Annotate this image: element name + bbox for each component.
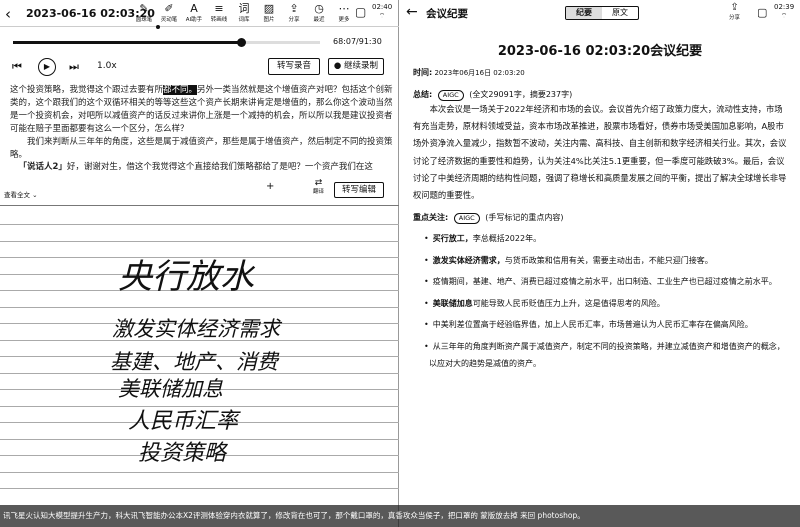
tool-label: 圆珠笔	[135, 17, 153, 23]
tool-label: 更多	[338, 17, 350, 23]
key-point-highlight: 激发实体经济需求，	[432, 255, 505, 265]
tool-label: 词库	[238, 17, 250, 23]
transcript-toolbar: 查看全文 ⌄ + ⇄ 翻译 转写编辑	[4, 179, 396, 201]
key-point-item: 疫情期间，基建、地产、消费已超过疫情之前水平，出口制造、工业生产也已超过疫情之前…	[413, 273, 788, 291]
handwriting-notebook[interactable]: 央行放水 激发实体经济需求 基建、地产、消费 美联储加息 人民币汇率 投资策略	[0, 205, 399, 502]
key-point-item: 中美利差位置高于经验临界值，加上人民币汇率，市场普遍认为人民币汇率存在偏高风险。	[413, 316, 788, 334]
chevron-left-icon[interactable]: ‹	[5, 5, 11, 23]
brush-icon: ✐	[164, 2, 174, 15]
transcript-paragraph: 这个投资策略，我觉得这个跟过去要有所都不同。另外一类当然就是这个增值资产对吧？包…	[10, 85, 393, 134]
aigc-badge: AIGC	[453, 213, 480, 224]
key-point-text: 与货币政策和信用有关，需要主动出击，不能只迎门接客。	[504, 255, 713, 265]
tool-share[interactable]: ⇪ 分享	[281, 2, 307, 24]
continue-record-button[interactable]: ● 继续录制	[328, 58, 384, 75]
more-icon: ⋯	[338, 2, 350, 15]
key-point-text: 中美利差位置高于经验临界值，加上人民币汇率，市场普遍认为人民币汇率存在偏高风险。	[432, 320, 753, 329]
image-icon: ▨	[263, 2, 275, 15]
key-points-header: 重点关注: AIGC (手写标记的重点内容)	[413, 213, 564, 224]
ai-helper-icon: A	[190, 2, 198, 15]
handwriting-line: 人民币汇率	[128, 409, 241, 434]
summary-text: 本次会议是一场关于2022年经济和市场的会议。会议首先介绍了政策力度大，流动性支…	[413, 104, 787, 201]
aigc-badge: AIGC	[437, 90, 464, 101]
rewind-icon[interactable]: ⏮	[12, 60, 22, 74]
minutes-title: 会议纪要	[426, 8, 468, 20]
transcript-paragraph: 「说话人2」好，谢谢对生，借这个我觉得这个直接给我们策略都给了是吧？一个资产我们…	[18, 162, 373, 173]
left-toolbar: ‹ 2023-06-16 02:03:20 ✎ 圆珠笔 ✐ 灵动笔 A AI助手 ≡ 转画线词…	[0, 0, 399, 29]
playback-speed[interactable]: 1.0x	[97, 61, 117, 71]
highlighted-text[interactable]: 都不同。	[163, 85, 198, 95]
tool-dictionary[interactable]: 词词库	[231, 2, 257, 24]
handwriting-canvas[interactable]: 央行放水 激发实体经济需求 基建、地产、消费 美联储加息 人民币汇率 投资策略	[0, 206, 399, 503]
tool-underline[interactable]: ≡ 转画线	[206, 2, 232, 24]
dictionary-icon: 词	[238, 2, 250, 15]
speaker-label: 「说话人2」	[18, 162, 67, 173]
audio-progress-fill	[13, 41, 242, 44]
minutes-pane: ← 会议纪要 纪要 原文 ⇪ 分享 ▢ 02:39 ⌔ 2023-06-16 02:…	[400, 0, 800, 527]
recent-icon: ◷	[314, 2, 324, 15]
translate-button[interactable]: ⇄ 翻译	[313, 179, 324, 197]
transcript-text[interactable]: 这个投资策略，我觉得这个跟过去要有所都不同。另外一类当然就是这个增值资产对吧？包…	[10, 84, 394, 174]
tool-label: 图片	[263, 17, 275, 23]
tool-label: 灵动笔	[160, 17, 178, 23]
tool-label: 最近	[313, 17, 325, 23]
video-caption: 讯飞星火认知大模型提升生产力，科大讯飞智能办公本X2评测体验穿内衣就算了，修改背…	[0, 505, 800, 527]
progress-handle[interactable]	[237, 38, 247, 47]
document-title: 2023-06-16 02:03:20会议纪要	[497, 44, 703, 59]
key-point-text: 疫情期间，基建、地产、消费已超过疫情之前水平，出口制造、工业生产也已超过疫情之前…	[432, 277, 777, 286]
key-point-text: 从三年年的角度判断资产属于减值资产，制定不同的投资策略，并建立减值资产和增值资产…	[429, 341, 785, 369]
window-icon[interactable]: ▢	[757, 6, 767, 19]
key-point-text: 李总概括2022年。	[472, 234, 542, 243]
status-clock: 02:40 ⌔	[372, 3, 393, 20]
tool-image[interactable]: ▨ 图片	[256, 2, 282, 24]
summary-header: 总结: AIGC (全文29091字，摘要237字)	[413, 90, 573, 101]
edit-transcript-button[interactable]: 转写编辑	[334, 182, 384, 198]
view-full-link[interactable]: 查看全文 ⌄	[4, 189, 38, 199]
forward-icon[interactable]: ⏭	[69, 60, 79, 74]
share-icon: ⇪	[289, 2, 299, 15]
recording-pane: ‹ 2023-06-16 02:03:20 ✎ 圆珠笔 ✐ 灵动笔 A AI助手 ≡ 转画线词…	[0, 0, 399, 527]
tool-label: 转画线	[210, 17, 228, 23]
handwriting-line: 投资策略	[138, 441, 229, 466]
handwriting-line: 美联储加息	[118, 377, 223, 401]
tool-brush[interactable]: ✐ 灵动笔	[156, 2, 182, 24]
chevron-left-icon[interactable]: ←	[406, 4, 418, 20]
status-clock: 02:39 ⌔	[774, 3, 795, 20]
plus-icon[interactable]: +	[266, 181, 274, 192]
right-toolbar: ← 会议纪要 纪要 原文 ⇪ 分享 ▢ 02:39 ⌔	[400, 0, 800, 27]
tool-ai-helper[interactable]: A AI助手	[181, 2, 207, 24]
playback-time: 68:07/91:30	[333, 37, 382, 46]
share-button[interactable]: ⇪ 分享	[729, 3, 740, 23]
pen-icon: ✎	[139, 2, 149, 15]
tab-minutes[interactable]: 纪要	[566, 7, 602, 19]
tool-recent[interactable]: ◷ 最近	[306, 2, 332, 24]
key-point-item: 从三年年的角度判断资产属于减值资产，制定不同的投资策略，并建立减值资产和增值资产…	[413, 338, 788, 373]
key-point-item: 激发实体经济需求，与货币政策和信用有关，需要主动出击，不能只迎门接客。	[413, 252, 788, 270]
tool-pen[interactable]: ✎ 圆珠笔	[131, 2, 157, 24]
handwriting-line: 激发实体经济需求	[112, 317, 283, 341]
active-tool-indicator	[156, 25, 160, 29]
window-icon[interactable]: ▢	[355, 5, 366, 19]
tab-original[interactable]: 原文	[602, 7, 638, 19]
audio-progress-bar[interactable]	[13, 38, 320, 47]
key-points-list: 买行放工，李总概括2022年。激发实体经济需求，与货币政策和信用有关，需要主动出…	[413, 230, 788, 377]
key-point-highlight: 美联储加息	[432, 298, 473, 308]
view-toggle[interactable]: 纪要 原文	[565, 6, 639, 20]
key-point-text: 可能导致人民币贬值压力上升，这是值得思考的风险。	[472, 298, 665, 308]
play-button[interactable]: ▶	[38, 58, 56, 76]
key-point-highlight: 买行放工，	[432, 234, 473, 243]
key-point-item: 买行放工，李总概括2022年。	[413, 230, 788, 248]
tool-label: 分享	[288, 17, 300, 23]
handwriting-line: 基建、地产、消费	[110, 350, 280, 374]
underline-icon: ≡	[214, 2, 224, 15]
transcribe-button[interactable]: 转写录音	[268, 58, 320, 75]
meeting-time: 时间: 2023年06月16日 02:03:20	[413, 68, 525, 77]
continue-record-label: 继续录制	[344, 61, 379, 71]
transcript-paragraph: 我们来判断从三年年的角度，这些是属于减值资产，那些是属于增值资产，然后制定不同的…	[10, 136, 393, 160]
tool-label: AI助手	[185, 17, 203, 23]
handwriting-line: 央行放水	[118, 257, 256, 297]
record-icon: ●	[333, 61, 342, 71]
key-point-item: 美联储加息可能导致人民币贬值压力上升，这是值得思考的风险。	[413, 295, 788, 313]
tool-more[interactable]: ⋯ 更多	[331, 2, 357, 24]
